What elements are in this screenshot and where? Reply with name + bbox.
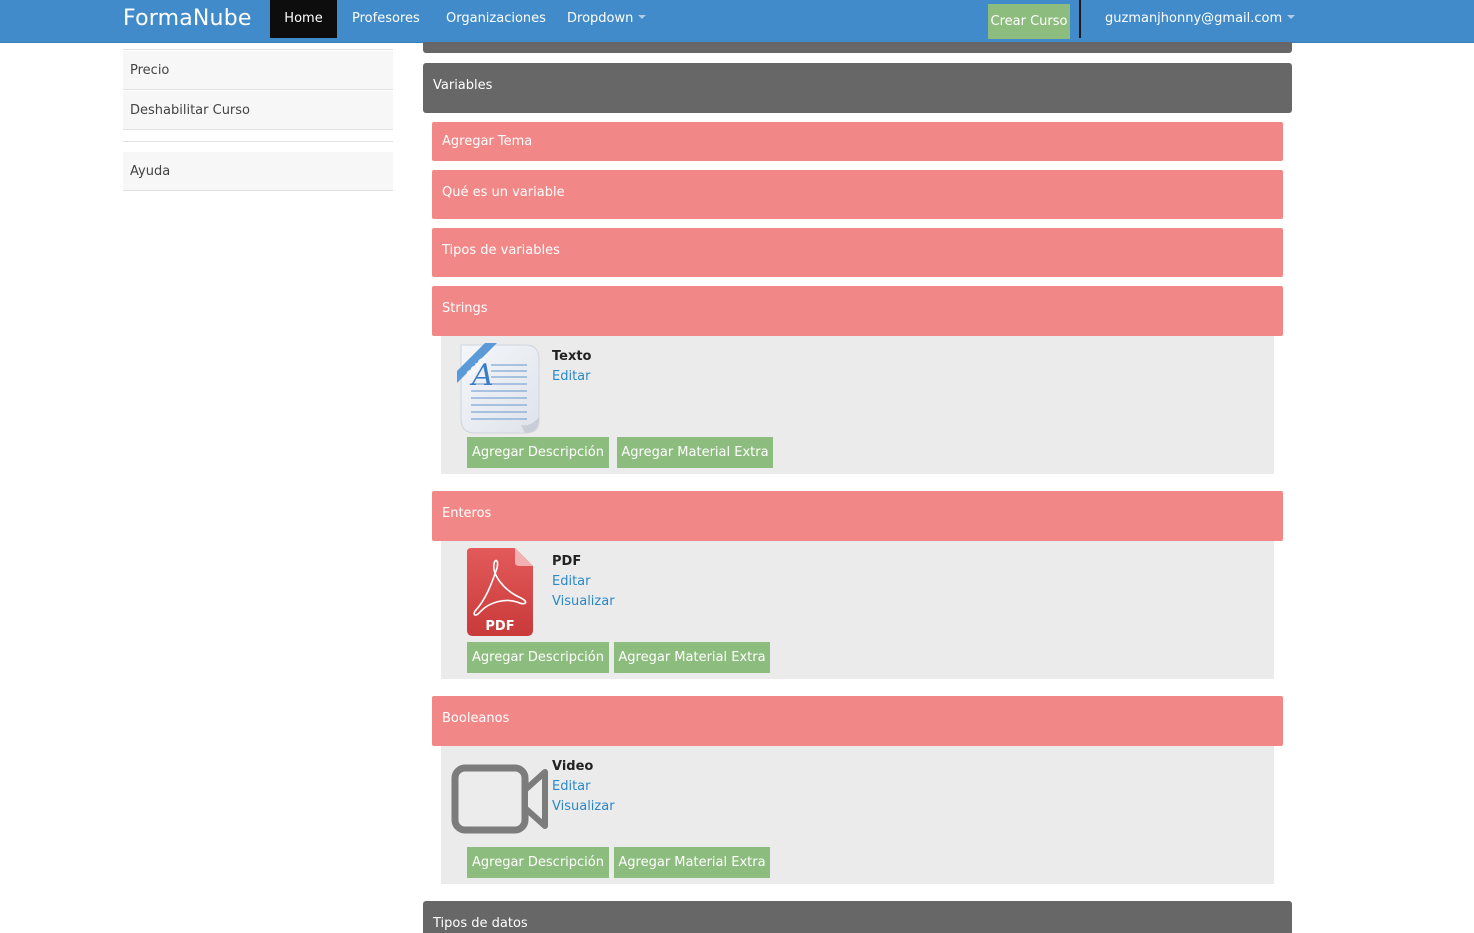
editar-link[interactable]: Editar: [552, 574, 591, 589]
agregar-material-extra-button[interactable]: Agregar Material Extra: [617, 437, 773, 468]
topic-tipos-de-variables[interactable]: Tipos de variables: [432, 228, 1283, 277]
material-panel-video: Video Editar Visualizar Agregar Descripc…: [441, 746, 1274, 884]
agregar-descripcion-button[interactable]: Agregar Descripción: [467, 847, 609, 878]
agregar-material-extra-button[interactable]: Agregar Material Extra: [614, 642, 770, 673]
crear-curso-button[interactable]: Crear Curso: [988, 4, 1070, 39]
nav-divider: [1079, 0, 1081, 38]
visualizar-link[interactable]: Visualizar: [552, 594, 615, 609]
agregar-descripcion-button[interactable]: Agregar Descripción: [467, 437, 609, 468]
editar-link[interactable]: Editar: [552, 369, 591, 384]
agregar-descripcion-button[interactable]: Agregar Descripción: [467, 642, 609, 673]
material-title: Texto: [552, 349, 592, 364]
video-camera-icon: [451, 764, 549, 834]
material-panel-texto: A READ Texto Editar Agregar Descripción …: [441, 336, 1274, 474]
editar-link[interactable]: Editar: [552, 779, 591, 794]
nav-home[interactable]: Home: [270, 0, 337, 38]
caret-down-icon: [638, 15, 647, 19]
section-header-variables[interactable]: Variables: [423, 63, 1292, 113]
sidebar-item-precio[interactable]: Precio: [123, 51, 393, 90]
nav-profesores[interactable]: Profesores: [352, 0, 420, 38]
nav-organizaciones[interactable]: Organizaciones: [446, 0, 546, 38]
pdf-icon: PDF: [463, 546, 537, 638]
sidebar-item-deshabilitar-curso[interactable]: Deshabilitar Curso: [123, 91, 393, 130]
topic-que-es-un-variable[interactable]: Qué es un variable: [432, 170, 1283, 219]
topic-enteros[interactable]: Enteros: [432, 491, 1283, 541]
section-header-tipos-de-datos[interactable]: Tipos de datos: [423, 901, 1292, 933]
brand-logo[interactable]: FormaNube: [123, 5, 252, 33]
nav-dropdown-label: Dropdown: [567, 11, 634, 26]
topic-booleanos[interactable]: Booleanos: [432, 696, 1283, 746]
user-email: guzmanjhonny@gmail.com: [1105, 11, 1283, 26]
sidebar-divider: [123, 49, 393, 50]
nav-dropdown[interactable]: Dropdown: [567, 0, 647, 38]
material-title: Video: [552, 759, 594, 774]
sidebar-divider: [123, 141, 393, 142]
material-title: PDF: [552, 554, 582, 569]
visualizar-link[interactable]: Visualizar: [552, 799, 615, 814]
top-navbar: FormaNube Home Profesores Organizaciones…: [0, 0, 1474, 43]
user-menu[interactable]: guzmanjhonny@gmail.com: [1105, 0, 1296, 38]
pdf-icon-label: PDF: [485, 619, 514, 634]
topic-strings[interactable]: Strings: [432, 286, 1283, 336]
text-document-icon: A READ: [455, 341, 541, 435]
caret-down-icon: [1287, 15, 1296, 19]
agregar-tema-button[interactable]: Agregar Tema: [432, 122, 1283, 161]
sidebar-item-ayuda[interactable]: Ayuda: [123, 152, 393, 191]
agregar-material-extra-button[interactable]: Agregar Material Extra: [614, 847, 770, 878]
previous-section-bar: [423, 42, 1292, 53]
material-panel-pdf: PDF PDF Editar Visualizar Agregar Descri…: [441, 541, 1274, 679]
